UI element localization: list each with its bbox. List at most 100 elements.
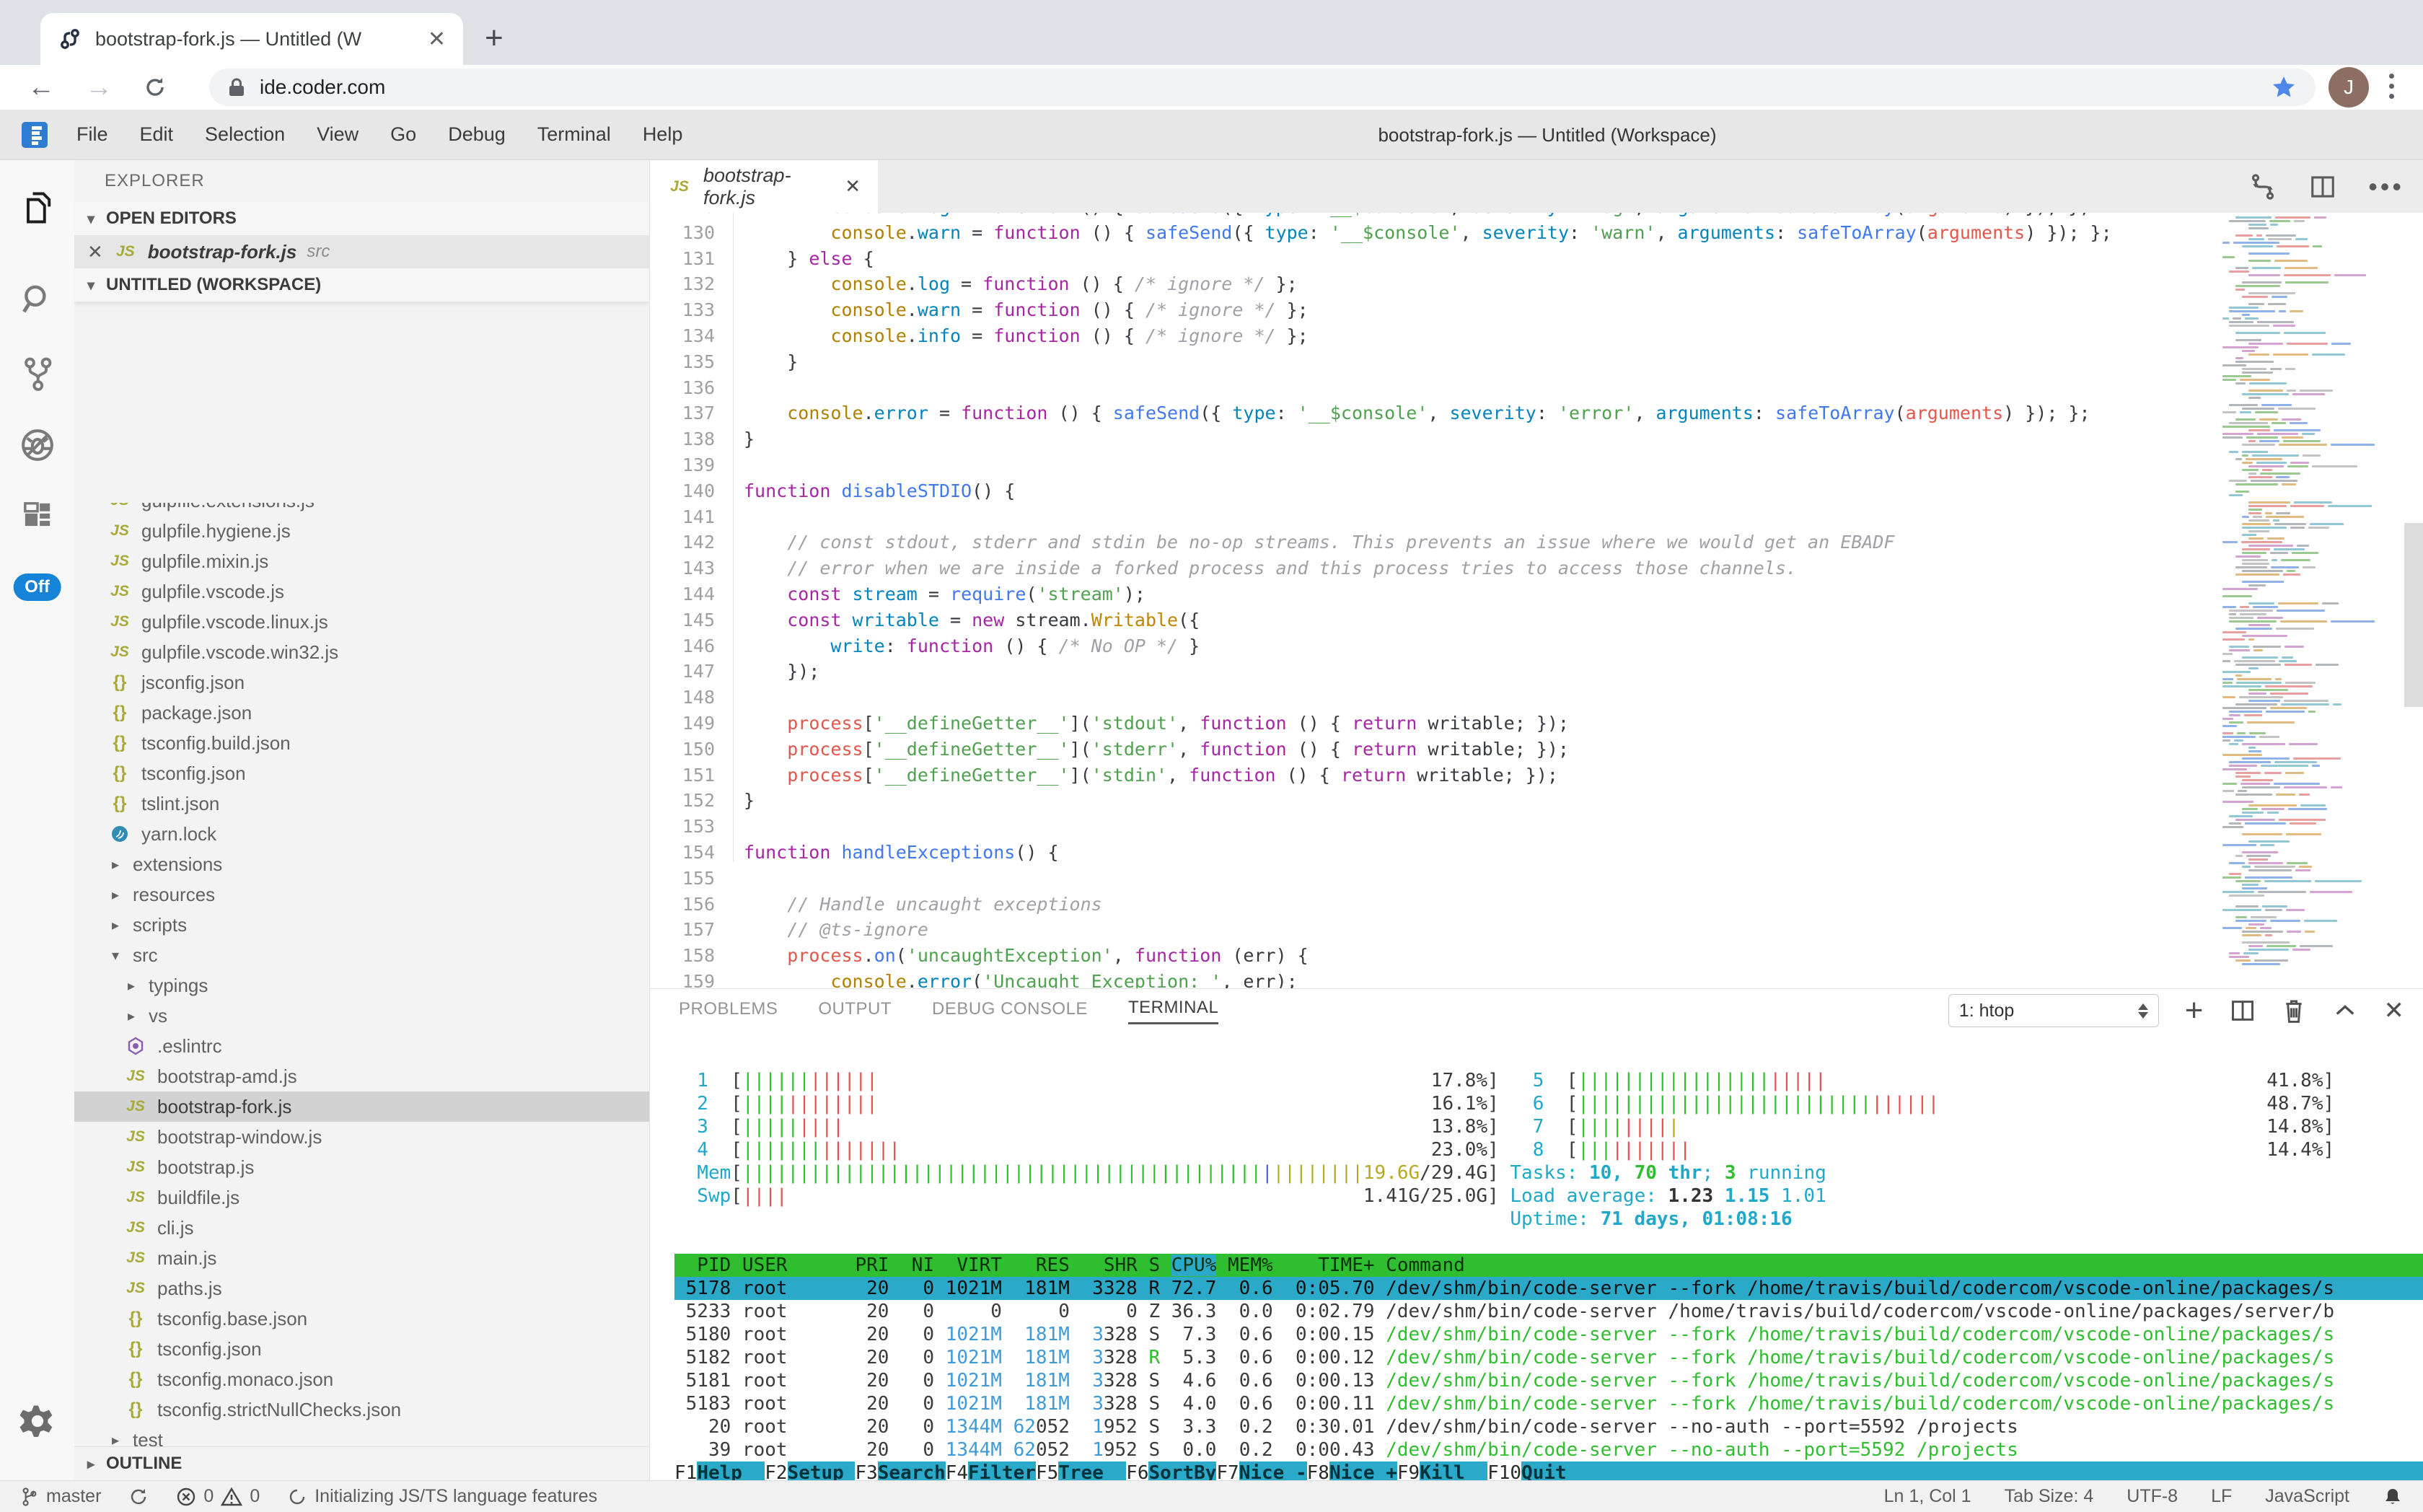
tree-item-tslint.json[interactable]: {}tslint.json bbox=[74, 788, 649, 819]
menu-go[interactable]: Go bbox=[390, 123, 416, 146]
panel-tab-problems[interactable]: PROBLEMS bbox=[679, 995, 778, 1024]
panel-tab-debug-console[interactable]: DEBUG CONSOLE bbox=[932, 995, 1088, 1024]
more-actions-icon[interactable]: ••• bbox=[2368, 172, 2404, 202]
tree-item-buildfile.js[interactable]: JSbuildfile.js bbox=[74, 1182, 649, 1213]
editor-tab[interactable]: JS bootstrap-fork.js ✕ bbox=[650, 160, 878, 213]
back-button[interactable]: ← bbox=[27, 72, 55, 103]
editor-scrollbar[interactable] bbox=[2404, 523, 2423, 707]
tab-close-icon[interactable]: ✕ bbox=[428, 27, 446, 52]
htop-function-keys[interactable]: F1Help F2Setup F3SearchF4FilterF5Tree F6… bbox=[674, 1462, 2423, 1480]
lock-icon bbox=[228, 77, 245, 97]
tree-item-src[interactable]: ▾src bbox=[74, 940, 649, 970]
menu-selection[interactable]: Selection bbox=[205, 123, 285, 146]
split-terminal-icon[interactable] bbox=[2230, 998, 2256, 1024]
tree-item-extensions[interactable]: ▸extensions bbox=[74, 849, 649, 879]
problems-item[interactable]: 0 0 bbox=[176, 1486, 260, 1507]
extensions-icon[interactable] bbox=[19, 498, 56, 534]
tree-item-gulpfile.mixin.js[interactable]: JSgulpfile.mixin.js bbox=[74, 546, 649, 576]
browser-tab[interactable]: bootstrap-fork.js — Untitled (W ✕ bbox=[40, 13, 463, 65]
language-status-item[interactable]: Initializing JS/TS language features bbox=[287, 1486, 597, 1507]
minimap[interactable] bbox=[2222, 216, 2403, 967]
new-tab-button[interactable]: + bbox=[485, 20, 503, 56]
code-line-158: 158 process.on('uncaughtException', func… bbox=[650, 943, 2423, 969]
new-terminal-icon[interactable]: + bbox=[2185, 993, 2204, 1029]
tree-item-tsconfig.build.json[interactable]: {}tsconfig.build.json bbox=[74, 728, 649, 758]
tree-item-package.json[interactable]: {}package.json bbox=[74, 698, 649, 728]
tree-item-tsconfig.base.json[interactable]: {}tsconfig.base.json bbox=[74, 1304, 649, 1334]
browser-menu-icon[interactable] bbox=[2389, 74, 2394, 99]
tree-item-scripts[interactable]: ▸scripts bbox=[74, 910, 649, 940]
terminal-select[interactable]: 1: htop bbox=[1948, 994, 2159, 1027]
panel-tab-terminal[interactable]: TERMINAL bbox=[1128, 993, 1218, 1024]
tree-item-bootstrap-fork.js[interactable]: JSbootstrap-fork.js bbox=[74, 1091, 649, 1122]
menu-view[interactable]: View bbox=[317, 123, 359, 146]
search-icon[interactable] bbox=[19, 281, 56, 317]
tree-item-bootstrap-amd.js[interactable]: JSbootstrap-amd.js bbox=[74, 1061, 649, 1091]
tree-item-gulpfile.extensions.js[interactable]: JSgulpfile.extensions.js bbox=[74, 503, 649, 516]
reload-button[interactable] bbox=[143, 75, 167, 100]
tree-item-tsconfig.strictNullChecks.json[interactable]: {}tsconfig.strictNullChecks.json bbox=[74, 1394, 649, 1425]
tab-close-icon[interactable]: ✕ bbox=[845, 175, 861, 198]
source-control-icon[interactable] bbox=[20, 355, 55, 392]
status-utf-8[interactable]: UTF-8 bbox=[2127, 1486, 2178, 1507]
kill-terminal-icon[interactable] bbox=[2282, 997, 2306, 1024]
tree-item-tsconfig.monaco.json[interactable]: {}tsconfig.monaco.json bbox=[74, 1364, 649, 1394]
url-bar[interactable]: ide.coder.com bbox=[209, 69, 2316, 106]
terminal[interactable]: 1 [|||||||||||| 17.8%] 5 [||||||||||||||… bbox=[650, 1029, 2423, 1480]
menu-file[interactable]: File bbox=[76, 123, 108, 146]
tree-item-cli.js[interactable]: JScli.js bbox=[74, 1213, 649, 1243]
tree-item-gulpfile.vscode.linux.js[interactable]: JSgulpfile.vscode.linux.js bbox=[74, 607, 649, 637]
tree-item-jsconfig.json[interactable]: {}jsconfig.json bbox=[74, 667, 649, 698]
open-changes-icon[interactable] bbox=[2248, 172, 2277, 201]
tree-item-gulpfile.hygiene.js[interactable]: JSgulpfile.hygiene.js bbox=[74, 516, 649, 546]
tree-item-yarn.lock[interactable]: yarn.lock bbox=[74, 819, 649, 849]
forward-button[interactable]: → bbox=[85, 72, 113, 103]
git-branch-item[interactable]: master bbox=[20, 1486, 101, 1508]
split-editor-icon[interactable] bbox=[2309, 173, 2336, 201]
menu-terminal[interactable]: Terminal bbox=[537, 123, 611, 146]
tree-item-gulpfile.vscode.js[interactable]: JSgulpfile.vscode.js bbox=[74, 576, 649, 607]
status-ln-1-col-1[interactable]: Ln 1, Col 1 bbox=[1884, 1486, 1971, 1507]
menu-debug[interactable]: Debug bbox=[448, 123, 506, 146]
terminal-line-process-5: 5183 root 20 0 1021M 181M 3328 S 4.0 0.6… bbox=[674, 1392, 2423, 1415]
close-icon[interactable]: ✕ bbox=[87, 241, 103, 263]
explorer-icon[interactable] bbox=[19, 189, 56, 227]
tree-item-typings[interactable]: ▸typings bbox=[74, 970, 649, 1001]
code-editor[interactable]: 129 console.log = function () { safeSend… bbox=[650, 213, 2423, 988]
sync-icon[interactable] bbox=[128, 1487, 149, 1507]
status-lf[interactable]: LF bbox=[2211, 1486, 2232, 1507]
tree-item-paths.js[interactable]: JSpaths.js bbox=[74, 1273, 649, 1304]
menu-edit[interactable]: Edit bbox=[140, 123, 174, 146]
open-editors-header[interactable]: ▾ OPEN EDITORS bbox=[74, 202, 649, 235]
open-editor-item[interactable]: ✕ JS bootstrap-fork.js src bbox=[74, 235, 649, 268]
tree-item-tsconfig.json[interactable]: {}tsconfig.json bbox=[74, 758, 649, 788]
notifications-bell-icon[interactable] bbox=[2383, 1486, 2403, 1508]
tree-item-resources[interactable]: ▸resources bbox=[74, 879, 649, 910]
debug-off-icon[interactable] bbox=[18, 426, 57, 465]
settings-gear-icon[interactable] bbox=[19, 1402, 56, 1440]
tree-item-main.js[interactable]: JSmain.js bbox=[74, 1243, 649, 1273]
maximize-panel-icon[interactable] bbox=[2332, 998, 2358, 1024]
terminal-line-process-0: 5178 root 20 0 1021M 181M 3328 R 72.7 0.… bbox=[674, 1277, 2423, 1300]
status-javascript[interactable]: JavaScript bbox=[2265, 1486, 2349, 1507]
code-line-137: 137 console.error = function () { safeSe… bbox=[650, 400, 2423, 426]
workspace-header[interactable]: ▾ UNTITLED (WORKSPACE) bbox=[74, 268, 649, 302]
code-line-136: 136 bbox=[650, 375, 2423, 401]
menu-help[interactable]: Help bbox=[643, 123, 683, 146]
close-panel-icon[interactable]: ✕ bbox=[2384, 996, 2405, 1025]
panel-tab-output[interactable]: OUTPUT bbox=[818, 995, 892, 1024]
outline-section[interactable]: ▸ OUTLINE bbox=[74, 1446, 649, 1480]
avatar[interactable]: J bbox=[2329, 67, 2369, 107]
tree-item-tsconfig.json[interactable]: {}tsconfig.json bbox=[74, 1334, 649, 1364]
status-tab-size-4[interactable]: Tab Size: 4 bbox=[2005, 1486, 2094, 1507]
tree-item-bootstrap-window.js[interactable]: JSbootstrap-window.js bbox=[74, 1122, 649, 1152]
terminal-line-process-2: 5180 root 20 0 1021M 181M 3328 S 7.3 0.6… bbox=[674, 1323, 2423, 1346]
tree-item-vs[interactable]: ▸vs bbox=[74, 1001, 649, 1031]
tree-item-gulpfile.vscode.win32.js[interactable]: JSgulpfile.vscode.win32.js bbox=[74, 637, 649, 667]
tree-item-test[interactable]: ▸test bbox=[74, 1425, 649, 1446]
tree-item-bootstrap.js[interactable]: JSbootstrap.js bbox=[74, 1152, 649, 1182]
bookmark-star-icon[interactable] bbox=[2271, 74, 2297, 100]
chevron-down-icon: ▾ bbox=[83, 210, 99, 228]
off-badge[interactable]: Off bbox=[13, 573, 61, 601]
tree-item-.eslintrc[interactable]: .eslintrc bbox=[74, 1031, 649, 1061]
